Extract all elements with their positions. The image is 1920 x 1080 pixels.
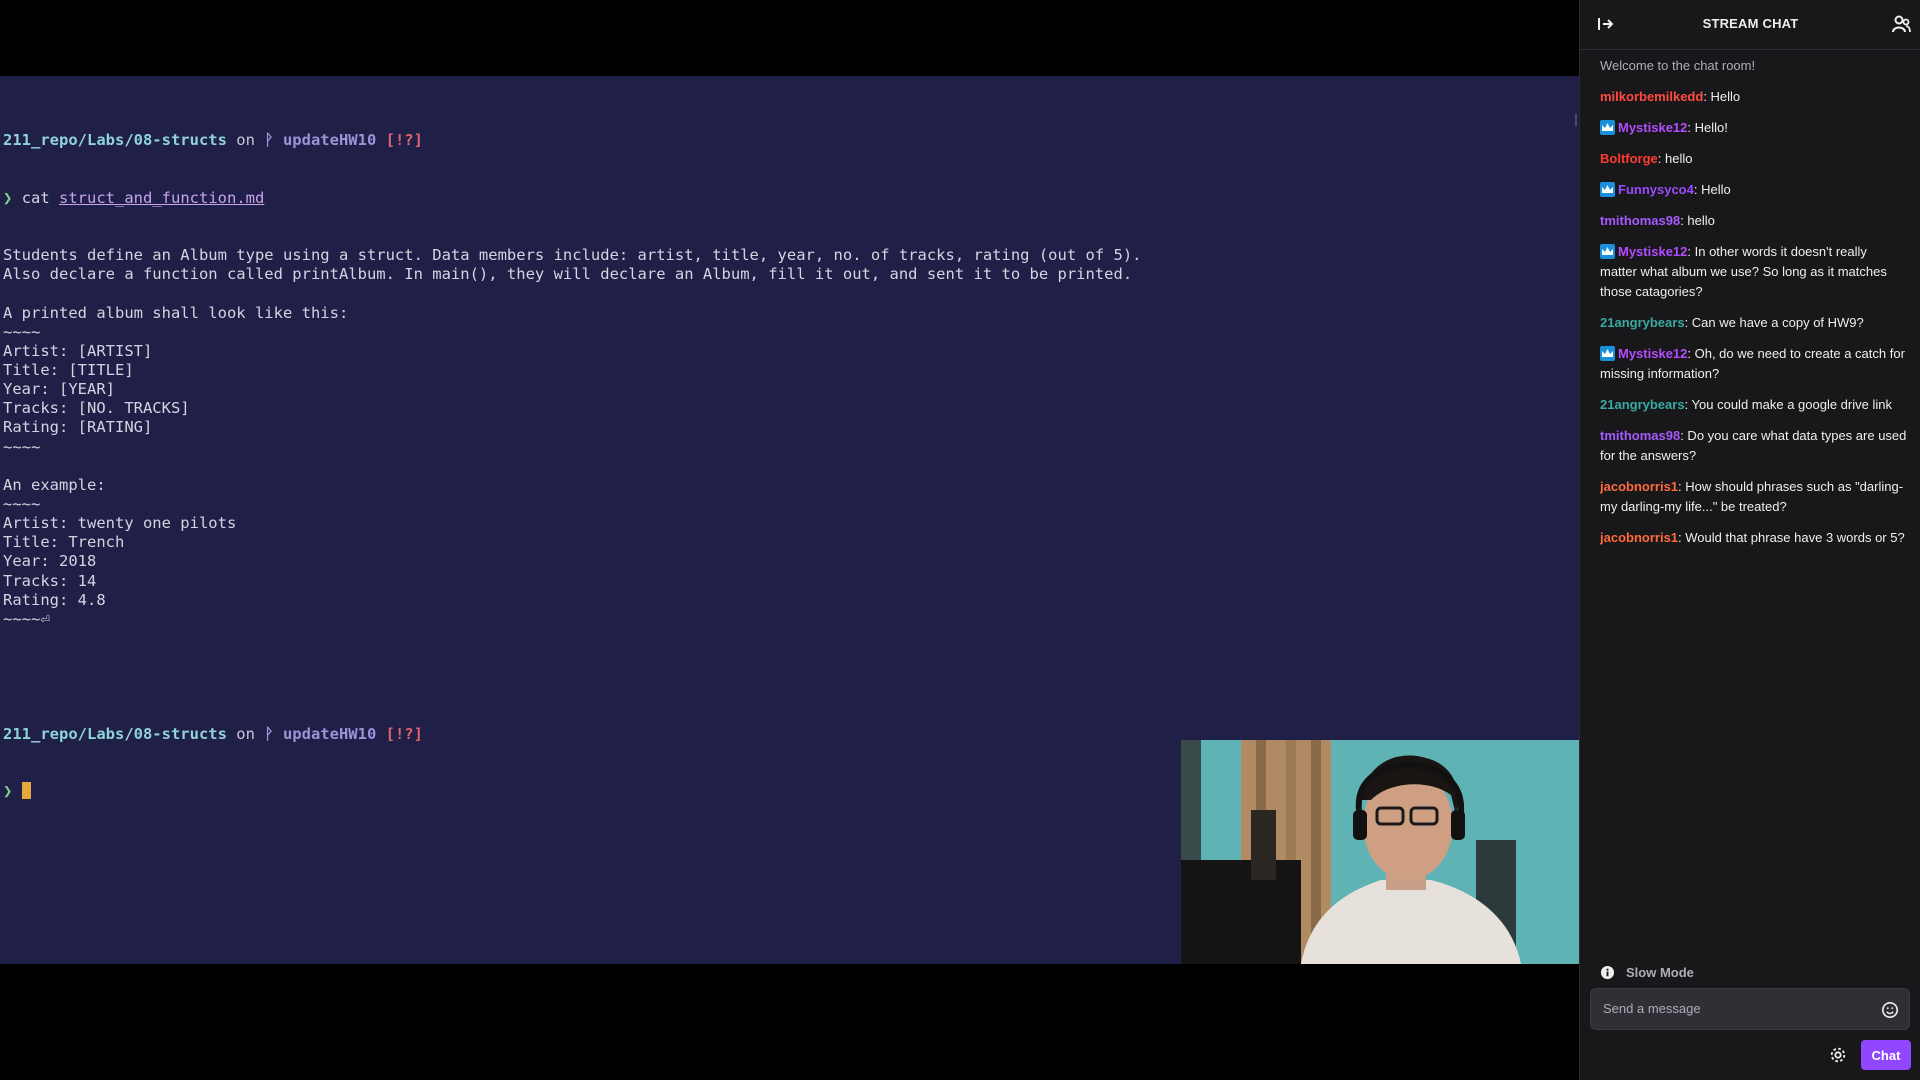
chat-messages: Welcome to the chat room! milkorbemilked… [1600, 56, 1907, 559]
output-line: Artist: twenty one pilots [3, 514, 237, 533]
chat-message: tmithomas98: Do you care what data types… [1600, 426, 1907, 466]
chat-message: 21angrybears: Can we have a copy of HW9? [1600, 313, 1907, 333]
chat-username[interactable]: Mystiske12 [1618, 346, 1687, 361]
chat-message-text: : Hello [1693, 182, 1731, 197]
slow-mode-label: Slow Mode [1626, 965, 1694, 980]
prompt-arrow-icon: ❯ [3, 782, 13, 801]
chat-message: Boltforge: hello [1600, 149, 1907, 169]
output-line: Rating: [RATING] [3, 418, 153, 437]
prompt-branch: updateHW10 [282, 724, 377, 743]
branch-icon: ᚹ [264, 131, 274, 150]
output-line: Also declare a function called printAlbu… [3, 265, 1133, 284]
output-line: Rating: 4.8 [3, 590, 106, 609]
output-line: Title: Trench [3, 533, 125, 552]
chat-username[interactable]: tmithomas98 [1600, 428, 1680, 443]
prompt-status: [!?] [385, 131, 423, 150]
chat-message-list: milkorbemilkedd: Hello Mystiske12: Hello!… [1600, 87, 1907, 548]
chat-message: Mystiske12: In other words it doesn't re… [1600, 242, 1907, 302]
emote-icon[interactable] [1881, 1001, 1899, 1019]
chat-message: Mystiske12: Oh, do we need to create a c… [1600, 344, 1907, 384]
branch-icon: ᚹ [264, 724, 274, 743]
chat-message-text: : hello [1680, 213, 1715, 228]
command-output: Students define an Album type using a st… [3, 246, 1141, 629]
chat-message-text: : Can we have a copy of HW9? [1684, 315, 1864, 330]
chat-message: jacobnorris1: How should phrases such as… [1600, 477, 1907, 517]
command-filename[interactable]: struct_and_function.md [59, 189, 264, 207]
terminal-prompt-line-2: 211_repo/Labs/08-structs on ᚹ updateHW10… [3, 725, 1141, 744]
chat-message: tmithomas98: hello [1600, 211, 1907, 231]
chat-message: Mystiske12: Hello! [1600, 118, 1907, 138]
chat-username[interactable]: Mystiske12 [1618, 120, 1687, 135]
prompt-on: on [226, 131, 265, 150]
terminal-prompt-line-1: 211_repo/Labs/08-structs on ᚹ updateHW10… [3, 131, 1141, 150]
chat-username[interactable]: 21angrybears [1600, 397, 1685, 412]
chat-message-text: : You could make a google drive link [1684, 397, 1892, 412]
chat-message-text: : Would that phrase have 3 words or 5? [1678, 530, 1905, 545]
terminal-cursor [21, 782, 31, 800]
chat-message-text: : Hello [1703, 89, 1741, 104]
output-line: ~~~~ [3, 437, 41, 456]
chat-username[interactable]: 21angrybears [1600, 315, 1685, 330]
chat-username[interactable]: Funnysyco4 [1618, 182, 1694, 197]
chat-message: jacobnorris1: Would that phrase have 3 w… [1600, 528, 1907, 548]
chat-username[interactable]: milkorbemilkedd [1600, 89, 1703, 104]
crown-badge-icon [1600, 120, 1615, 135]
prompt-arrow-icon: ❯ [3, 188, 13, 207]
output-line: Tracks: [NO. TRACKS] [3, 399, 190, 418]
chat-message-text: : hello [1657, 151, 1693, 166]
chat-username[interactable]: tmithomas98 [1600, 213, 1680, 228]
webcam-image [1181, 740, 1579, 964]
output-line: ~~~~ [3, 322, 41, 341]
chat-input-box[interactable] [1590, 988, 1910, 1030]
chat-message-text: : Hello! [1687, 120, 1728, 135]
gear-icon[interactable] [1829, 1046, 1847, 1064]
crown-badge-icon [1600, 244, 1615, 259]
welcome-message: Welcome to the chat room! [1600, 58, 1756, 73]
output-line: An example: [3, 475, 106, 494]
prompt-path: 211_repo/Labs/08-structs [3, 724, 227, 743]
stream-area: 211_repo/Labs/08-structs on ᚹ updateHW10… [0, 0, 1579, 1080]
chat-username[interactable]: Mystiske12 [1618, 244, 1687, 259]
prompt-status: [!?] [385, 724, 423, 743]
chat-username[interactable]: jacobnorris1 [1600, 479, 1678, 494]
chat-message: milkorbemilkedd: Hello [1600, 87, 1907, 107]
output-line: Tracks: 14 [3, 571, 97, 590]
info-icon [1600, 965, 1615, 980]
chat-header: STREAM CHAT [1580, 0, 1920, 50]
stream-chat-panel: STREAM CHAT Welcome to the chat room! mi… [1579, 0, 1920, 1080]
prompt-on: on [226, 724, 265, 743]
chat-message: 21angrybears: You could make a google dr… [1600, 395, 1907, 415]
output-line: Artist: [ARTIST] [3, 341, 153, 360]
output-line: ~~~~⏎ [3, 609, 50, 628]
terminal-input-line[interactable]: ❯ [3, 782, 1141, 801]
chat-message-input[interactable] [1601, 1000, 1875, 1017]
chat-username[interactable]: Boltforge [1600, 151, 1658, 166]
output-line: Students define an Album type using a st… [3, 246, 1142, 265]
webcam-feed [1181, 740, 1579, 964]
send-chat-button[interactable]: Chat [1861, 1040, 1911, 1070]
output-line: ~~~~ [3, 495, 41, 514]
command-text: cat [21, 188, 60, 207]
terminal-scrollbar[interactable] [1575, 114, 1577, 126]
output-line: A printed album shall look like this: [3, 303, 349, 322]
crown-badge-icon [1600, 346, 1615, 361]
chat-message: Funnysyco4: Hello [1600, 180, 1907, 200]
chat-title: STREAM CHAT [1702, 16, 1799, 31]
output-line: Title: [TITLE] [3, 361, 134, 380]
crown-badge-icon [1600, 182, 1615, 197]
prompt-path: 211_repo/Labs/08-structs [3, 131, 227, 150]
users-icon[interactable] [1891, 14, 1911, 34]
output-line: Year: 2018 [3, 552, 97, 571]
terminal-command-line: ❯ cat struct_and_function.md [3, 189, 1141, 208]
chat-username[interactable]: jacobnorris1 [1600, 530, 1678, 545]
terminal-output: 211_repo/Labs/08-structs on ᚹ updateHW10… [3, 93, 1141, 840]
output-line: Year: [YEAR] [3, 380, 115, 399]
prompt-branch: updateHW10 [282, 131, 377, 150]
